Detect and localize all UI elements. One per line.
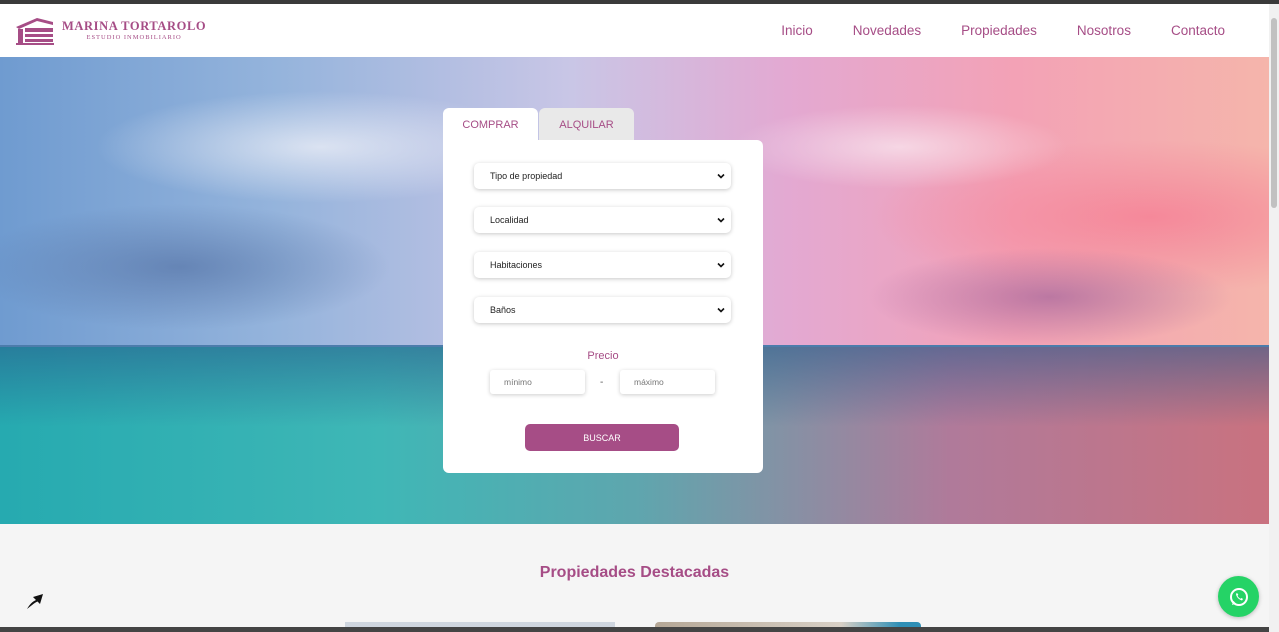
bedrooms-value: Habitaciones (490, 260, 543, 270)
brand-logo[interactable]: MARINA TORTAROLO ESTUDIO INMOBILIARIO (15, 16, 206, 46)
site-header: MARINA TORTAROLO ESTUDIO INMOBILIARIO In… (0, 4, 1269, 57)
page-scrollbar[interactable] (1269, 4, 1279, 632)
featured-section: Propiedades Destacadas (0, 524, 1269, 632)
price-min-input[interactable]: mínimo (490, 370, 585, 394)
bedrooms-select[interactable]: Habitaciones (474, 252, 731, 278)
price-max-input[interactable]: máximo (620, 370, 715, 394)
scrollbar-thumb[interactable] (1271, 18, 1277, 208)
search-button[interactable]: BUSCAR (525, 424, 679, 451)
chevron-down-icon (717, 173, 725, 179)
nav-propiedades[interactable]: Propiedades (961, 23, 1037, 38)
chevron-down-icon (717, 217, 725, 223)
nav-contacto[interactable]: Contacto (1171, 23, 1225, 38)
tab-comprar[interactable]: COMPRAR (443, 108, 538, 141)
brand-name: MARINA TORTAROLO (62, 19, 207, 33)
nav-nosotros[interactable]: Nosotros (1077, 23, 1131, 38)
price-label: Precio (587, 350, 619, 362)
search-tabs: COMPRAR ALQUILAR (443, 108, 634, 141)
bathrooms-value: Baños (490, 305, 516, 315)
whatsapp-icon (1229, 587, 1248, 606)
whatsapp-button[interactable] (1218, 576, 1259, 617)
nav-novedades[interactable]: Novedades (853, 23, 921, 38)
property-type-value: Tipo de propiedad (490, 171, 563, 181)
brand-tagline: ESTUDIO INMOBILIARIO (86, 34, 182, 41)
price-separator: - (600, 377, 604, 388)
house-logo-icon (16, 17, 54, 45)
bathrooms-select[interactable]: Baños (474, 297, 731, 323)
browser-bottom-edge (0, 627, 1269, 632)
locality-value: Localidad (490, 215, 529, 225)
chevron-down-icon (717, 262, 725, 268)
property-type-select[interactable]: Tipo de propiedad (474, 163, 731, 189)
nav-inicio[interactable]: Inicio (781, 23, 813, 38)
arrow-up-icon[interactable] (24, 590, 46, 612)
locality-select[interactable]: Localidad (474, 207, 731, 233)
main-nav: Inicio Novedades Propiedades Nosotros Co… (781, 23, 1225, 38)
featured-title: Propiedades Destacadas (539, 564, 730, 581)
tab-alquilar[interactable]: ALQUILAR (539, 108, 634, 141)
search-panel: Tipo de propiedad Localidad Habitaciones… (443, 140, 763, 473)
chevron-down-icon (717, 307, 725, 313)
